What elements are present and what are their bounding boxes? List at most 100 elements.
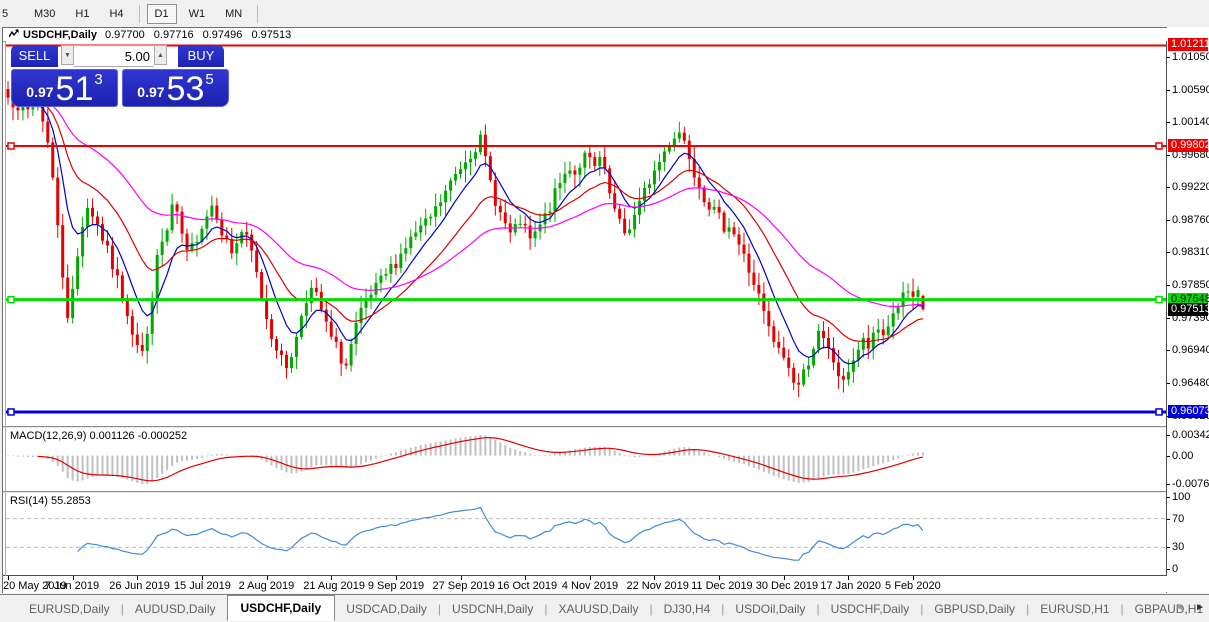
tab-usdoil-daily[interactable]: USDOil,Daily	[724, 597, 816, 621]
bid-pips: 51	[55, 70, 94, 108]
ask-point: 5	[205, 71, 214, 88]
time-tick-label: 15 Jul 2019	[173, 580, 231, 592]
time-tick-label: 21 Aug 2019	[303, 580, 366, 592]
pane-border-bottom	[3, 575, 1207, 576]
tab-usdchf-daily-2[interactable]: USDCHF,Daily	[820, 597, 921, 621]
rsi-name: RSI(14)	[10, 495, 48, 507]
hline-handle	[7, 295, 15, 304]
sell-button[interactable]: SELL	[11, 45, 58, 67]
price-tick-label: 0.99220	[1172, 181, 1209, 194]
time-tick-label: 5 Feb 2020	[885, 580, 941, 592]
timeframe-mn-button[interactable]: MN	[217, 4, 250, 24]
price-tick-label: 1.00590	[1172, 83, 1209, 96]
metatrader-app: { "toolbar": { "timeframes": [ {"label":…	[0, 0, 1209, 622]
ask-prefix: 0.97	[137, 84, 165, 100]
price-axis[interactable]: 1.01050 1.00590 1.00140 0.99680 0.99220 0.987…	[1166, 27, 1209, 593]
price-tick-label: 0.97850	[1172, 279, 1209, 292]
time-tick-label: 27 Sep 2019	[432, 580, 495, 592]
time-axis[interactable]: 20 May 2019 7 Jun 2019 26 Jun 2019 15 Jul 2…	[3, 576, 1166, 593]
time-tick-label: 7 Jun 2019	[44, 580, 100, 592]
tab-gbpusd-daily[interactable]: GBPUSD,Daily	[923, 597, 1026, 621]
tab-scroll-right-icon[interactable]: ►	[1195, 602, 1205, 613]
rsi-pane-canvas[interactable]	[6, 494, 1166, 575]
close-value: 0.97513	[251, 28, 292, 41]
price-flag-0.96073: 0.96073	[1168, 404, 1209, 418]
bid-point: 3	[94, 71, 103, 88]
timeframe-d1-button[interactable]: D1	[146, 3, 177, 24]
tab-xauusd-daily[interactable]: XAUUSD,Daily	[547, 597, 649, 621]
macd-zero-label: 0.00	[1172, 449, 1194, 462]
volume-decrease-button[interactable]: ▼	[61, 45, 74, 65]
chart-icon	[8, 28, 19, 41]
hline-handle	[1155, 408, 1163, 416]
price-flag-1.01211: 1.01211	[1168, 38, 1209, 52]
time-tick-label: 22 Nov 2019	[626, 580, 689, 592]
chart-left-border	[5, 41, 6, 576]
macd-name: MACD(12,26,9)	[10, 430, 87, 442]
macd-max-label: 0.003428	[1172, 429, 1209, 441]
tab-eurusd-h1[interactable]: EURUSD,H1	[1029, 597, 1120, 621]
price-tick-label: 0.96480	[1172, 376, 1209, 389]
trade-controls-row: SELL ▼ ▲ BUY	[11, 45, 229, 67]
tab-usdcad-daily[interactable]: USDCAD,Daily	[335, 597, 438, 621]
hline-handle	[1155, 295, 1163, 304]
time-tick-label: 2 Aug 2019	[238, 580, 295, 592]
price-flag-0.99802: 0.99802	[1168, 138, 1209, 152]
ask-price-display[interactable]: 0.97 53 5	[122, 69, 229, 107]
time-tick-label: 16 Oct 2019	[497, 580, 558, 592]
rsi-axis-label: 0	[1172, 563, 1179, 575]
rsi-axis-label: 100	[1172, 491, 1191, 503]
one-click-trading-panel: SELL ▼ ▲ BUY 0.97 51 3 0.97 53 5	[11, 45, 229, 107]
time-tick-label: 11 Dec 2019	[691, 580, 753, 592]
chart-titlebar: USDCHF,Daily 0.97700 0.97716 0.97496 0.9…	[3, 28, 1207, 41]
timeframe-h1-button[interactable]: H1	[67, 4, 97, 24]
pane-splitter[interactable]	[3, 426, 1207, 428]
time-tick-label: 4 Nov 2019	[561, 580, 619, 592]
timeframe-m15-button[interactable]: 5	[0, 4, 22, 24]
hline-handle	[1155, 142, 1163, 150]
rsi-axis-label: 30	[1172, 541, 1185, 554]
price-tick-label: 1.01050	[1172, 50, 1209, 63]
time-tick-label: 26 Jun 2019	[109, 580, 170, 592]
tab-scroll-arrows: ◄ ►	[1174, 602, 1205, 613]
toolbar-separator	[257, 4, 259, 23]
axis-border	[1166, 41, 1167, 576]
volume-increase-button[interactable]: ▲	[154, 45, 167, 65]
tab-usdchf-daily-active[interactable]: USDCHF,Daily	[226, 595, 336, 621]
rsi-value: 55.2853	[50, 495, 91, 507]
price-tick-label: 0.96940	[1172, 344, 1209, 357]
buy-button[interactable]: BUY	[178, 45, 224, 67]
tab-dj30-h4[interactable]: DJ30,H4	[653, 597, 722, 621]
rsi-indicator-label: RSI(14) 55.2853	[10, 495, 91, 507]
rsi-line	[77, 506, 924, 561]
tab-usdcnh-daily[interactable]: USDCNH,Daily	[441, 597, 544, 621]
timeframe-w1-button[interactable]: W1	[181, 4, 214, 24]
ask-pips: 53	[166, 70, 205, 108]
time-tick-label: 9 Sep 2019	[367, 580, 425, 592]
hline-handle	[7, 142, 15, 150]
timeframe-toolbar: 5 M30 H1 H4 D1 W1 MN	[0, 0, 1209, 27]
pane-splitter[interactable]	[3, 491, 1207, 493]
price-tick-label: 1.00140	[1172, 115, 1209, 128]
tab-scroll-left-icon[interactable]: ◄	[1174, 602, 1184, 613]
chart-symbol-title: USDCHF,Daily	[23, 28, 97, 41]
high-value: 0.97716	[153, 28, 194, 41]
macd-indicator-label: MACD(12,26,9) 0.001126 -0.000252	[10, 430, 187, 442]
toolbar-separator	[138, 4, 140, 23]
volume-input[interactable]	[74, 45, 154, 67]
current-price-flag: 0.97513	[1168, 303, 1209, 317]
timeframe-h4-button[interactable]: H4	[101, 4, 131, 24]
chart-tabbar: EURUSD,Daily | AUDUSD,Daily USDCHF,Daily…	[0, 594, 1209, 622]
macd-values: 0.001126 -0.000252	[89, 430, 188, 442]
time-tick-label: 17 Jan 2020	[820, 580, 881, 592]
macd-min-label: -0.007615	[1172, 478, 1209, 490]
tab-audusd-daily[interactable]: AUDUSD,Daily	[124, 597, 227, 621]
time-tick-label: 30 Dec 2019	[755, 580, 819, 592]
price-tick-label: 0.98310	[1172, 246, 1209, 259]
rsi-axis-label: 70	[1172, 512, 1185, 525]
bid-price-display[interactable]: 0.97 51 3	[11, 69, 118, 107]
macd-histogram	[7, 435, 924, 484]
timeframe-m30-button[interactable]: M30	[26, 4, 63, 24]
bid-prefix: 0.97	[26, 84, 54, 100]
tab-eurusd-daily[interactable]: EURUSD,Daily	[18, 597, 121, 621]
